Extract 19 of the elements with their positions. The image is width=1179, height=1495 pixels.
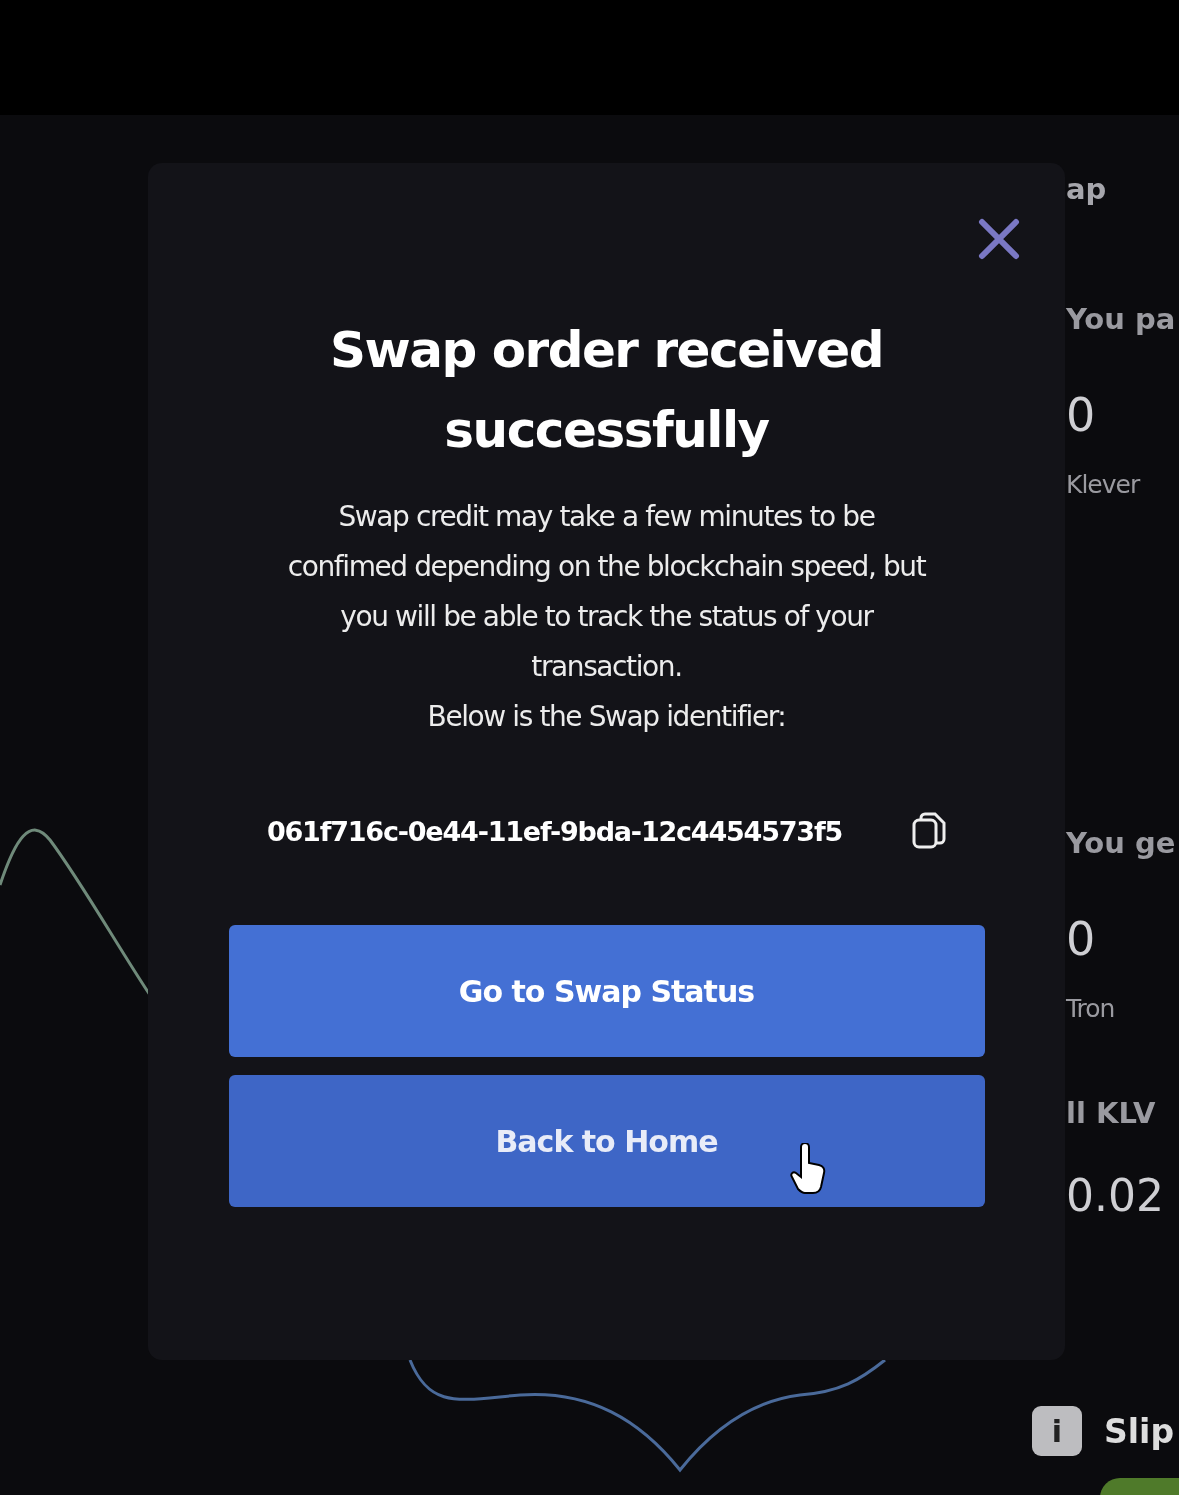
dialog-message: Swap credit may take a few minutes to be confimed depending on the blockchain speed, but you will be able to track the status of your transaction. — [286, 499, 927, 685]
amount-text: 0 — [1065, 388, 1097, 444]
dialog-button[interactable]: Go to Swap Status — [228, 925, 985, 1057]
rate-label: ll KLV — [1065, 1096, 1157, 1132]
info-icon: i — [1032, 1406, 1082, 1456]
rate-value: 0.02 — [1065, 1170, 1165, 1223]
swap-identifier: 061f716c-0e44-11ef-9bda-12c4454573f5 — [266, 815, 843, 847]
copy-icon[interactable] — [912, 812, 947, 850]
slippage-label: Slip — [1104, 1411, 1174, 1451]
dialog-button[interactable]: Back to Home — [228, 1075, 985, 1207]
asset-name: Tron — [1065, 994, 1116, 1025]
panel-heading: ap — [1065, 172, 1108, 208]
dialog-title: Swap order received successfully — [329, 320, 884, 461]
amount-text: 0 — [1065, 912, 1097, 968]
close-icon[interactable] — [978, 218, 1020, 260]
asset-name: Klever — [1065, 470, 1141, 501]
field-label: You ge — [1065, 826, 1177, 862]
field-label: You pa — [1065, 302, 1177, 338]
identifier-label: Below is the Swap identifier: — [426, 699, 787, 735]
